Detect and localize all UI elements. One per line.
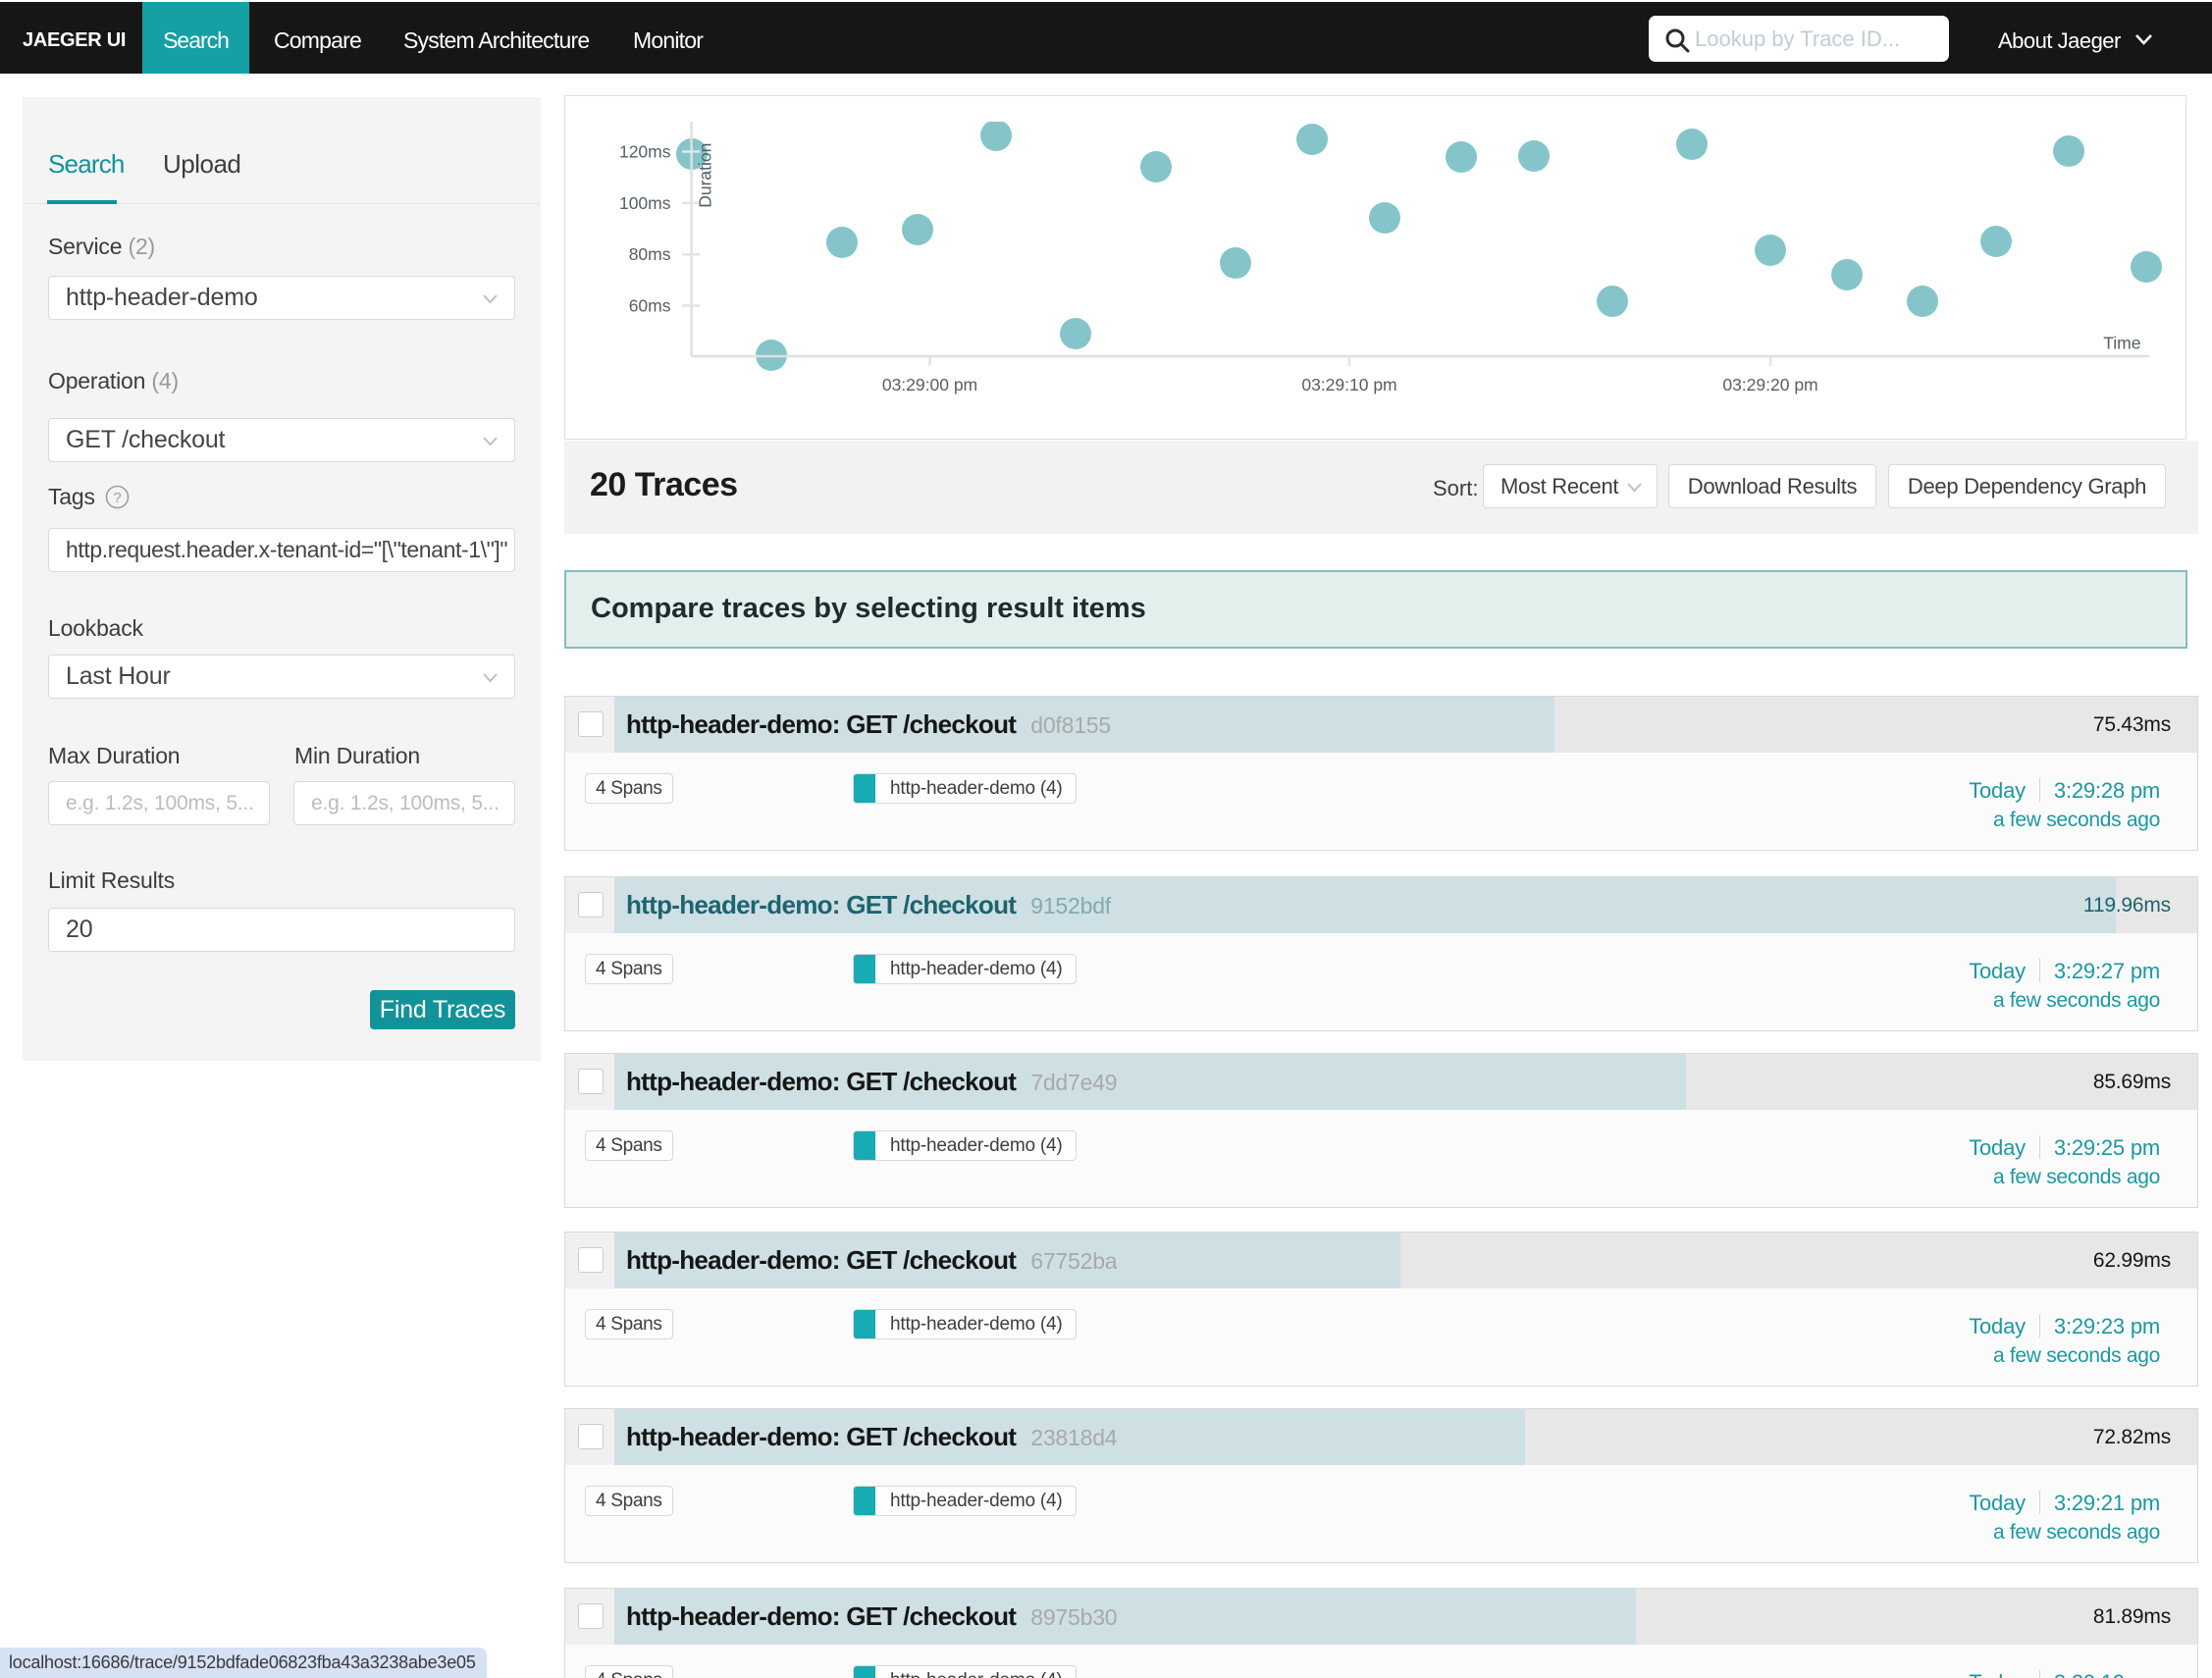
svg-text:80ms: 80ms bbox=[629, 244, 671, 264]
svg-text:60ms: 60ms bbox=[629, 296, 671, 316]
svg-text:120ms: 120ms bbox=[619, 142, 671, 162]
svg-text:03:29:10 pm: 03:29:10 pm bbox=[1301, 375, 1396, 394]
svg-text:03:29:00 pm: 03:29:00 pm bbox=[882, 375, 977, 394]
svg-text:100ms: 100ms bbox=[619, 193, 671, 213]
svg-text:03:29:20 pm: 03:29:20 pm bbox=[1722, 375, 1817, 394]
svg-text:Time: Time bbox=[2103, 334, 2140, 353]
svg-text:?: ? bbox=[113, 490, 121, 506]
svg-text:Duration: Duration bbox=[696, 143, 715, 208]
